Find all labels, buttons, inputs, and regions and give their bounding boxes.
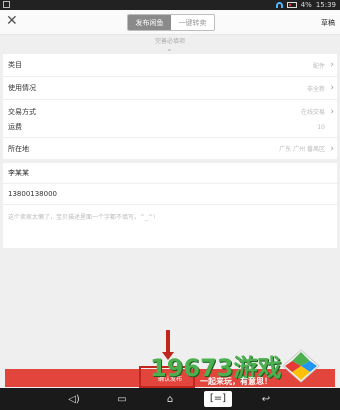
close-icon[interactable]: ✕ xyxy=(6,13,18,29)
volume-icon[interactable]: ◁) xyxy=(60,394,88,405)
home-icon[interactable]: ⌂ xyxy=(156,394,184,405)
android-nav-bar: ◁) ▭ ⌂ [=] ↩ xyxy=(0,388,340,410)
wifi-icon xyxy=(275,2,283,8)
condition-row[interactable]: 使用情况 非全新 › xyxy=(3,77,337,100)
category-label: 类目 xyxy=(8,61,22,69)
condition-label: 使用情况 xyxy=(8,84,36,92)
mode-tabs: 发布闲鱼 一键转卖 xyxy=(127,14,215,31)
shipping-panel: 运费 10 所在地 广东 广州 番禺区 › xyxy=(3,117,337,159)
chevron-right-icon: › xyxy=(330,143,334,154)
chevron-down-icon[interactable]: ⌄ xyxy=(166,44,173,53)
trade-method-value: 在线交易 xyxy=(300,109,325,116)
chevron-right-icon: › xyxy=(330,83,334,93)
location-row[interactable]: 所在地 广东 广州 番禺区 › xyxy=(3,138,337,159)
location-label: 所在地 xyxy=(8,144,29,153)
chevron-right-icon: › xyxy=(330,106,334,117)
recent-apps-icon[interactable]: ▭ xyxy=(108,394,136,405)
trade-method-label: 交易方式 xyxy=(8,107,36,116)
condition-value: 非全新 xyxy=(306,85,325,93)
tab-resell[interactable]: 一键转卖 xyxy=(171,15,214,30)
shipping-fee-label: 运费 xyxy=(8,123,22,131)
clock: 15:39 xyxy=(315,1,336,9)
contact-phone: 13800138000 xyxy=(8,190,57,198)
chevron-right-icon: › xyxy=(330,60,334,70)
category-value: 配件 xyxy=(312,62,325,70)
top-bar: ✕ 发布闲鱼 一键转卖 草稿 xyxy=(0,10,340,35)
item-info-panel: 类目 配件 › 使用情况 非全新 › 交易方式 在线交易 › xyxy=(3,54,337,124)
screenshot-icon[interactable]: [=] xyxy=(204,391,232,407)
image-notification-icon xyxy=(3,1,10,8)
category-row[interactable]: 类目 配件 › xyxy=(3,54,337,77)
status-bar: 4% 15:39 xyxy=(0,0,340,10)
shipping-fee-row[interactable]: 运费 10 xyxy=(3,117,337,138)
watermark-logo xyxy=(282,349,320,383)
watermark-slogan: 一起来玩，有意思！ xyxy=(200,377,272,386)
contact-name-field[interactable]: 李某某 xyxy=(3,163,337,184)
location-value: 广东 广州 番禺区 xyxy=(279,146,325,153)
back-icon[interactable]: ↩ xyxy=(252,394,280,405)
contact-name: 李某某 xyxy=(8,169,29,177)
battery-icon xyxy=(286,2,297,8)
shipping-fee-value: 10 xyxy=(317,123,325,131)
tab-publish[interactable]: 发布闲鱼 xyxy=(128,15,171,30)
contact-phone-field[interactable]: 13800138000 xyxy=(3,184,337,205)
battery-level: 4% xyxy=(300,1,312,9)
description-field[interactable]: 这个卖家太懒了，宝贝描述里面一个字都不填写。^_^! xyxy=(3,205,337,248)
contact-panel: 李某某 13800138000 这个卖家太懒了，宝贝描述里面一个字都不填写。^_… xyxy=(3,163,337,248)
status-indicators: 4% 15:39 xyxy=(275,1,336,9)
draft-button[interactable]: 草稿 xyxy=(321,18,335,28)
